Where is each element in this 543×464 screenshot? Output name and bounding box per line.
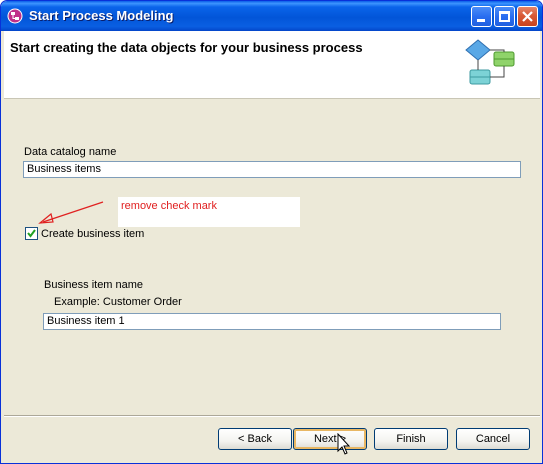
create-business-item-label[interactable]: Create business item — [41, 228, 144, 240]
title-bar[interactable]: Start Process Modeling — [1, 1, 542, 31]
next-button[interactable]: Next > — [293, 428, 367, 450]
process-modeler-icon — [7, 8, 23, 24]
start-process-modeling-dialog: Start Process Modeling Start creating th… — [0, 0, 543, 464]
close-button[interactable] — [517, 6, 538, 27]
data-catalog-name-label: Data catalog name — [24, 146, 117, 158]
wizard-header: Start creating the data objects for your… — [4, 31, 540, 99]
header-title: Start creating the data objects for your… — [10, 40, 363, 55]
mouse-pointer-icon — [337, 433, 351, 455]
business-item-example-text: Example: Customer Order — [54, 296, 182, 308]
minimize-button[interactable] — [471, 6, 492, 27]
create-business-item-checkbox[interactable] — [25, 227, 38, 240]
checkmark-icon — [27, 229, 36, 238]
maximize-button[interactable] — [494, 6, 515, 27]
annotation-arrow-icon — [38, 201, 104, 224]
close-icon — [522, 11, 533, 22]
window-title: Start Process Modeling — [29, 8, 174, 23]
business-item-name-label: Business item name — [44, 279, 144, 291]
button-separator — [4, 415, 540, 417]
data-catalog-name-input[interactable]: Business items — [23, 161, 521, 178]
maximize-icon — [499, 11, 510, 22]
minimize-icon — [477, 19, 485, 22]
annotation-text: remove check mark — [121, 200, 217, 212]
back-button[interactable]: < Back — [218, 428, 292, 450]
process-diagram-icon — [465, 39, 515, 85]
business-item-name-input[interactable]: Business item 1 — [43, 313, 501, 330]
cancel-button[interactable]: Cancel — [456, 428, 530, 450]
finish-button[interactable]: Finish — [374, 428, 448, 450]
